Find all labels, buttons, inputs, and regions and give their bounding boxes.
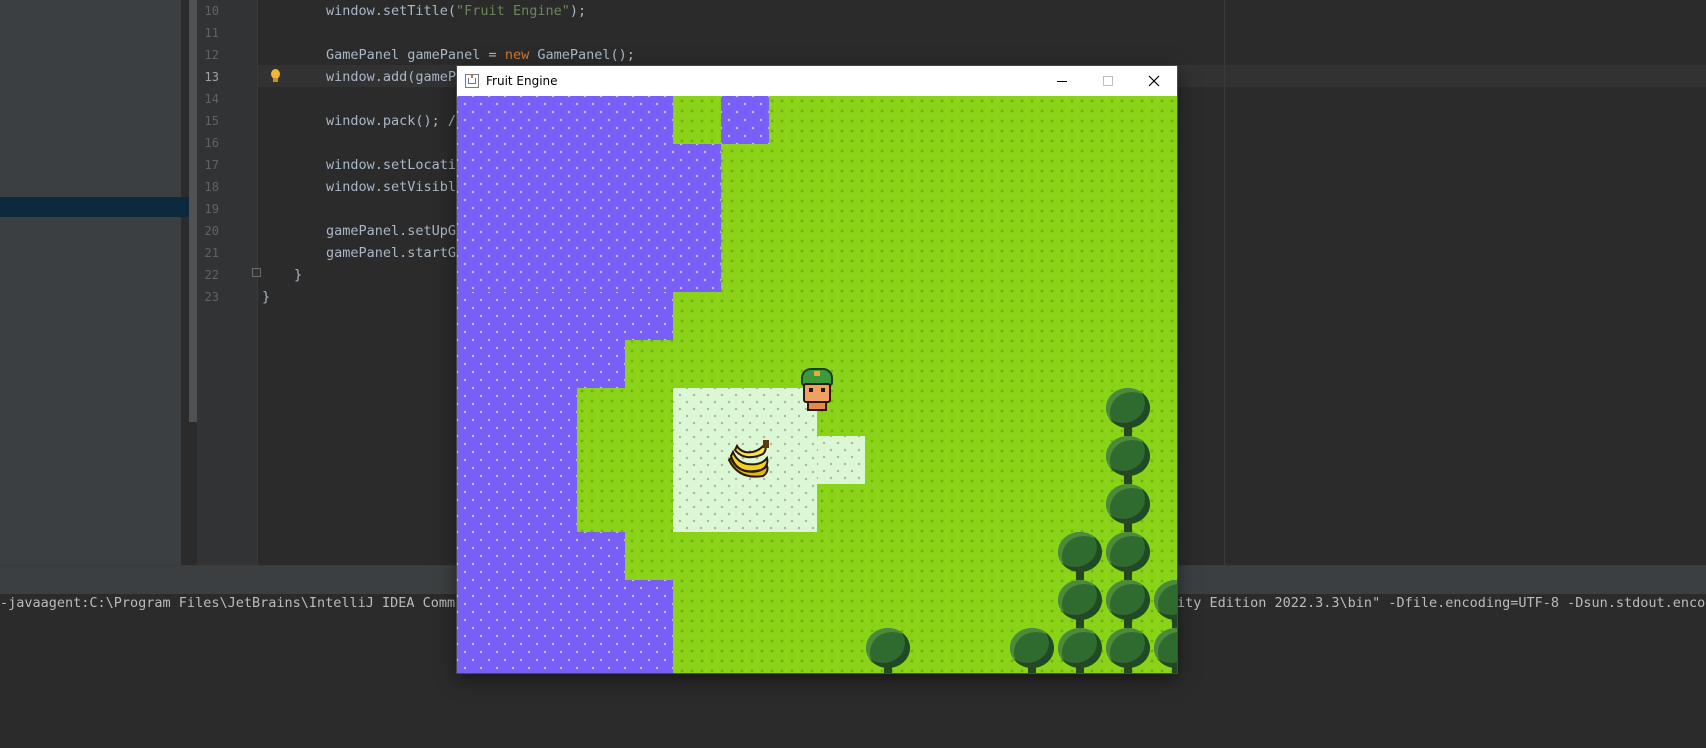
line-number: 17 (204, 158, 219, 172)
maximize-icon (1103, 76, 1113, 86)
tree (1105, 580, 1151, 628)
water-tile (457, 340, 625, 388)
line-number: 13 (204, 70, 219, 84)
water-tile (457, 96, 673, 144)
console-output-left: -javaagent:C:\Program Files\JetBrains\In… (0, 595, 457, 611)
project-scrollbar[interactable] (189, 0, 197, 422)
tree (1153, 580, 1177, 628)
water-tile (721, 96, 769, 144)
project-panel (0, 0, 197, 565)
tree (1105, 484, 1151, 532)
water-tile (457, 292, 673, 340)
code-line: } (294, 267, 303, 283)
code-line: window.setVisibl (326, 179, 457, 195)
line-number: 12 (204, 48, 219, 62)
tree (1105, 628, 1151, 673)
java-cup-icon (465, 74, 479, 88)
code-line: gamePanel.setUpG (326, 223, 457, 239)
code-line: window.add(gameP (326, 69, 457, 85)
close-button[interactable] (1131, 66, 1177, 96)
sand-tile (817, 436, 865, 484)
tree (1057, 628, 1103, 673)
minimize-icon (1057, 81, 1067, 82)
water-tile (457, 580, 673, 673)
code-line: window.setLocati (326, 157, 457, 173)
code-line: window.pack(); / (326, 113, 457, 129)
player-character (794, 366, 840, 412)
selected-tree-row[interactable] (0, 197, 197, 217)
line-number: 21 (204, 246, 219, 260)
water-tile (457, 144, 721, 292)
tree (1105, 388, 1151, 436)
line-number: 19 (204, 202, 219, 216)
intention-bulb-icon[interactable] (270, 65, 281, 87)
line-number: 23 (204, 290, 219, 304)
fold-marker-icon[interactable] (252, 268, 261, 277)
code-line: window.setTitle("Fruit Engine"); (326, 3, 587, 19)
code-line: gamePanel.startG (326, 245, 457, 261)
tree (1009, 628, 1055, 673)
line-number: 15 (204, 114, 219, 128)
water-tile (457, 532, 625, 580)
tree (1057, 532, 1103, 580)
tree (1153, 628, 1177, 673)
line-number: 11 (204, 26, 219, 40)
tree (865, 628, 911, 673)
tree (1105, 436, 1151, 484)
code-line: } (262, 289, 271, 305)
window-title: Fruit Engine (486, 74, 558, 88)
tree (1057, 580, 1103, 628)
minimize-button[interactable] (1039, 66, 1085, 96)
line-number: 14 (204, 92, 219, 106)
maximize-button[interactable] (1085, 66, 1131, 96)
console-output-right: ity Edition 2022.3.3\bin" -Dfile.encodin… (1177, 595, 1706, 611)
line-number: 10 (204, 4, 219, 18)
line-number: 22 (204, 268, 219, 282)
right-margin-guide (1224, 0, 1225, 565)
game-canvas[interactable] (457, 96, 1177, 673)
banana-fruit (727, 440, 769, 478)
water-tile (457, 388, 577, 532)
code-line: GamePanel gamePanel = new GamePanel(); (326, 47, 635, 63)
game-window[interactable]: Fruit Engine (457, 66, 1177, 673)
line-number: 20 (204, 224, 219, 238)
close-icon (1148, 75, 1160, 87)
line-number: 18 (204, 180, 219, 194)
tree (1105, 532, 1151, 580)
window-titlebar[interactable]: Fruit Engine (457, 66, 1177, 96)
line-number: 16 (204, 136, 219, 150)
